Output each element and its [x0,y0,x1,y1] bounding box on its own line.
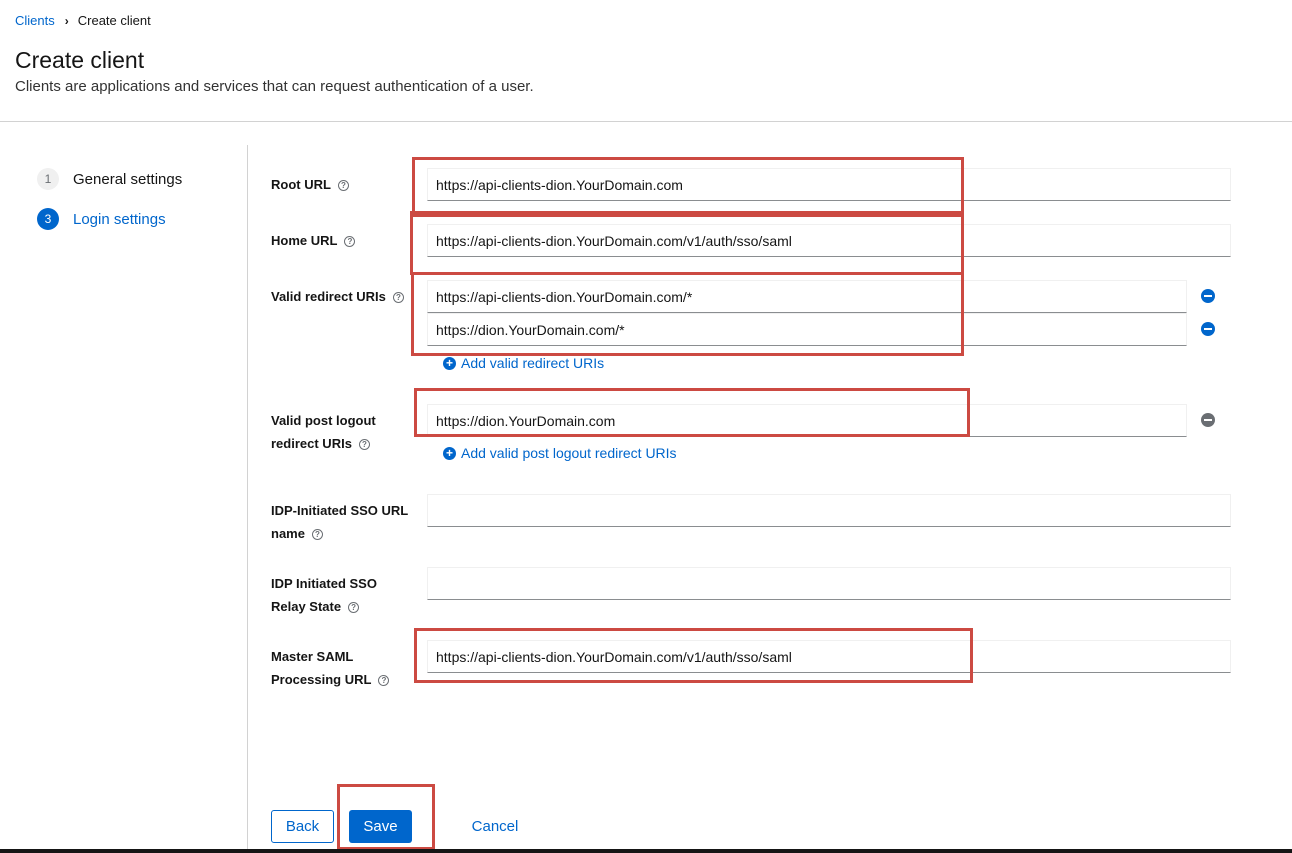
add-redirect-uri-button[interactable]: + Add valid redirect URIs [443,355,604,371]
idp-sso-url-name-label-line2: name [271,526,305,541]
save-button[interactable]: Save [349,810,412,843]
step-number: 1 [37,168,59,190]
valid-post-logout-label-line1: Valid post logout [271,413,376,428]
redirect-uri-input[interactable]: https://api-clients-dion.YourDomain.com/… [427,280,1187,313]
valid-post-logout-label: Valid post logout redirect URIs? [271,409,376,455]
home-url-input[interactable]: https://api-clients-dion.YourDomain.com/… [427,224,1231,257]
master-saml-label: Master SAML Processing URL? [271,645,390,691]
page-subtitle: Clients are applications and services th… [15,78,534,95]
home-url-label: Home URL? [271,229,356,252]
wizard-nav-divider [247,145,248,853]
chevron-right-icon: › [64,13,69,28]
idp-relay-state-label: IDP Initiated SSO Relay State? [271,572,377,618]
add-redirect-uri-label: Add valid redirect URIs [461,355,605,371]
help-icon[interactable]: ? [348,602,360,614]
step-label: Login settings [73,210,166,228]
idp-relay-state-label-line2: Relay State [271,599,342,614]
master-saml-label-line1: Master SAML [271,649,354,664]
remove-post-logout-uri-icon[interactable] [1201,413,1215,427]
idp-sso-url-name-input[interactable] [427,494,1231,527]
idp-sso-url-name-label-line1: IDP-Initiated SSO URL [271,503,409,518]
remove-redirect-uri-icon[interactable] [1201,289,1215,303]
plus-circle-icon: + [443,356,456,370]
back-button[interactable]: Back [271,810,334,843]
redirect-uri-input[interactable]: https://dion.YourDomain.com/* [427,313,1187,346]
breadcrumb: Clients › Create client [15,13,151,28]
add-post-logout-uri-button[interactable]: + Add valid post logout redirect URIs [443,445,677,461]
master-saml-label-line2: Processing URL [271,672,372,687]
step-label: General settings [73,170,183,188]
wizard-step-login-settings[interactable]: 3 Login settings [37,208,166,230]
help-icon[interactable]: ? [337,180,349,192]
root-url-input[interactable]: https://api-clients-dion.YourDomain.com [427,168,1231,201]
valid-redirect-uris-label: Valid redirect URIs? [271,285,404,308]
breadcrumb-current: Create client [77,13,151,28]
master-saml-url-input[interactable]: https://api-clients-dion.YourDomain.com/… [427,640,1231,673]
home-url-label-text: Home URL [271,233,338,248]
page-title: Create client [15,47,145,73]
help-icon[interactable]: ? [392,292,404,304]
help-icon[interactable]: ? [378,675,390,687]
remove-redirect-uri-icon[interactable] [1201,322,1215,336]
breadcrumb-clients-link[interactable]: Clients [15,13,55,28]
help-icon[interactable]: ? [358,439,370,451]
help-icon[interactable]: ? [344,236,356,248]
idp-relay-state-label-line1: IDP Initiated SSO [271,576,377,591]
header-divider [0,121,1292,122]
cancel-button[interactable]: Cancel [467,810,523,843]
add-post-logout-uri-label: Add valid post logout redirect URIs [461,445,677,461]
bottom-edge-bar [0,849,1292,853]
root-url-label-text: Root URL [271,177,331,192]
idp-relay-state-input[interactable] [427,567,1231,600]
wizard-step-general-settings[interactable]: 1 General settings [37,168,182,190]
step-number: 3 [37,208,59,230]
plus-circle-icon: + [443,446,456,460]
help-icon[interactable]: ? [311,529,323,541]
root-url-label: Root URL? [271,173,349,196]
valid-redirect-uris-label-text: Valid redirect URIs [271,289,386,304]
valid-post-logout-label-line2: redirect URIs [271,436,352,451]
idp-sso-url-name-label: IDP-Initiated SSO URL name? [271,499,408,545]
post-logout-uri-input[interactable]: https://dion.YourDomain.com [427,404,1187,437]
